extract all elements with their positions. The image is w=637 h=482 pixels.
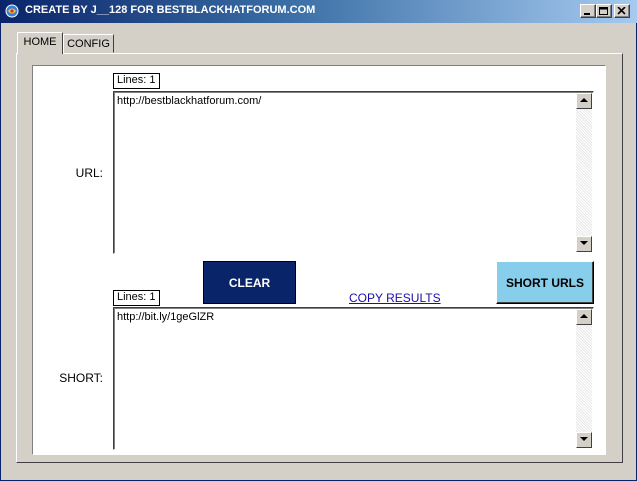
url-text: http://bestblackhatforum.com/ [117,95,262,107]
url-textarea[interactable]: http://bestblackhatforum.com/ [113,91,594,254]
minimize-button[interactable] [580,4,596,18]
close-icon [617,7,626,15]
arrow-down-icon [580,241,588,245]
clear-button[interactable]: CLEAR [203,261,296,304]
short-label: SHORT: [59,371,103,385]
tab-config[interactable]: CONFIG [63,34,114,53]
app-icon [5,4,19,18]
scroll-up-button[interactable] [576,93,592,109]
arrow-up-icon [580,98,588,102]
scroll-down-button[interactable] [576,432,592,448]
title-bar[interactable]: CREATE BY J__128 FOR BESTBLACKHATFORUM.C… [0,0,637,23]
maximize-button[interactable] [596,4,612,18]
maximize-icon [599,7,608,15]
scroll-down-button[interactable] [576,236,592,252]
url-label: URL: [75,166,103,180]
arrow-down-icon [580,437,588,441]
copy-results-link[interactable]: COPY RESULTS [349,291,441,305]
url-scrollbar[interactable] [576,93,592,252]
short-text: http://bit.ly/1geGlZR [117,311,215,323]
short-scrollbar[interactable] [576,309,592,448]
window-title: CREATE BY J__128 FOR BESTBLACKHATFORUM.C… [25,4,316,16]
short-textarea[interactable]: http://bit.ly/1geGlZR [113,307,594,450]
minimize-icon [584,13,590,15]
close-button[interactable] [614,4,630,18]
short-lines-count: Lines: 1 [113,290,160,306]
short-urls-button[interactable]: SHORT URLS [496,261,594,304]
tab-home[interactable]: HOME [17,32,63,54]
scroll-up-button[interactable] [576,309,592,325]
arrow-up-icon [580,314,588,318]
url-lines-count: Lines: 1 [113,73,160,89]
